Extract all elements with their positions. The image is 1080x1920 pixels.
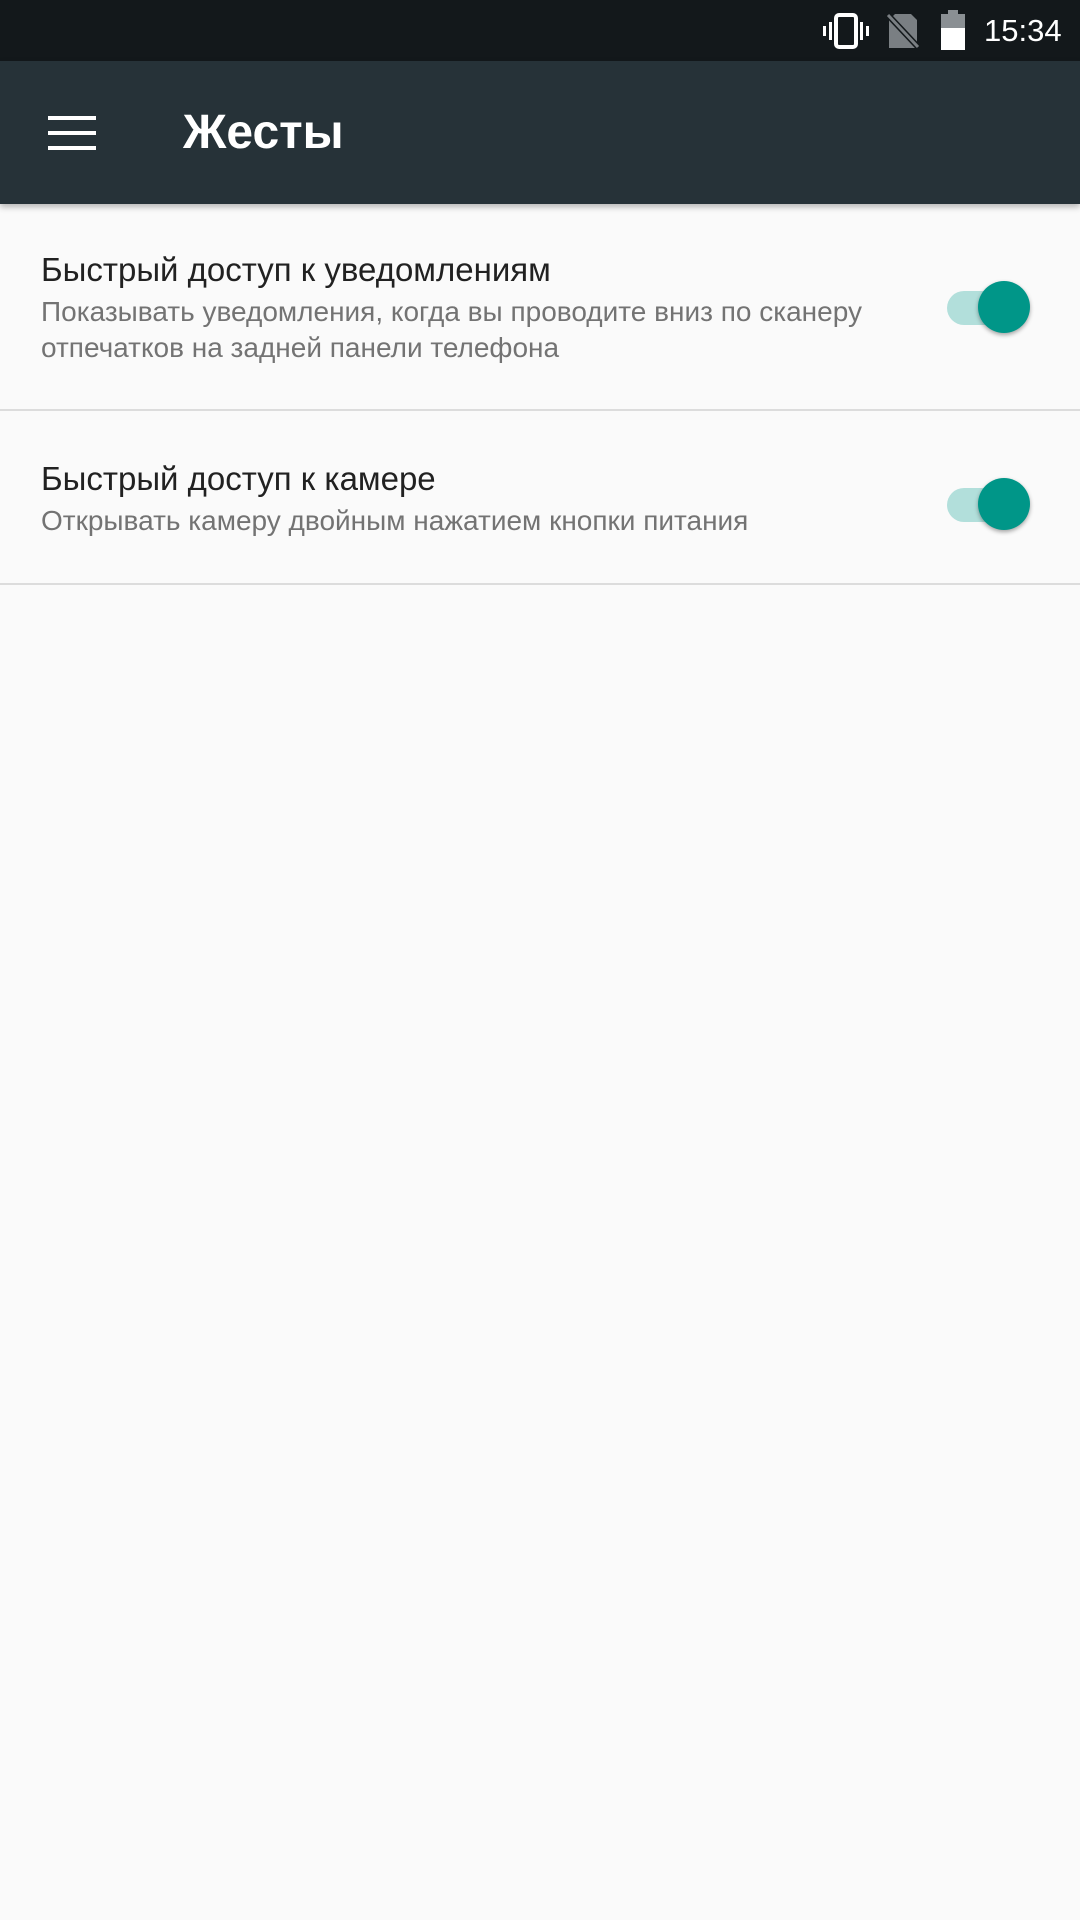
app-bar: Жесты [0, 61, 1080, 204]
battery-icon [941, 10, 965, 50]
settings-list: Быстрый доступ к уведомлениям Показывать… [0, 204, 1080, 585]
setting-summary: Показывать уведомления, когда вы проводи… [41, 296, 862, 363]
setting-title: Быстрый доступ к камере [41, 460, 436, 497]
page-title: Жесты [183, 106, 344, 159]
setting-row-notifications[interactable]: Быстрый доступ к уведомлениям Показывать… [0, 204, 1080, 411]
status-bar: 15:34 [0, 0, 1080, 61]
menu-button[interactable] [40, 105, 104, 161]
menu-icon [48, 116, 96, 150]
toggle-thumb [978, 281, 1030, 333]
notifications-toggle[interactable] [944, 276, 1034, 336]
toggle-thumb [978, 478, 1030, 530]
setting-summary: Открывать камеру двойным нажатием кнопки… [41, 505, 749, 536]
vibrate-icon [823, 13, 869, 49]
camera-toggle[interactable] [944, 473, 1034, 533]
status-clock: 15:34 [984, 13, 1062, 48]
setting-title: Быстрый доступ к уведомлениям [41, 251, 551, 288]
setting-row-camera[interactable]: Быстрый доступ к камере Открывать камеру… [0, 411, 1080, 585]
no-sim-icon [886, 12, 920, 50]
